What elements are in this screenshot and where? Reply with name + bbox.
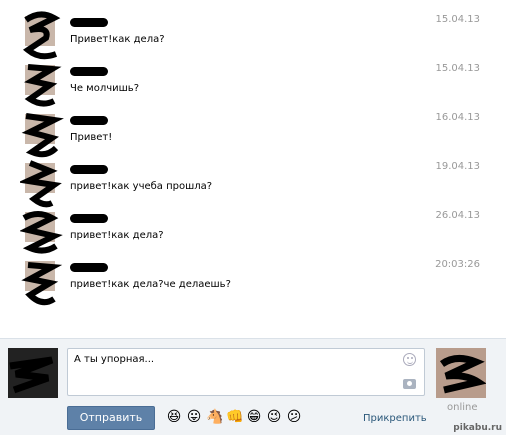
message-item: привет!как дела?че делаешь? 20:03:26 <box>0 259 506 308</box>
message-text: привет!как дела? <box>70 230 164 241</box>
sender-name-redacted <box>70 67 108 76</box>
message-history: Привет!как дела? 15.04.13 Че молчишь? 15… <box>0 0 506 338</box>
message-text: Привет! <box>70 132 113 143</box>
message-text: Че молчишь? <box>70 83 139 94</box>
camera-icon[interactable] <box>403 379 416 389</box>
message-item: привет!как дела? 26.04.13 <box>0 210 506 259</box>
censor-scribble <box>22 11 61 60</box>
message-date: 19.04.13 <box>435 161 480 172</box>
grin-emoji-icon[interactable]: 😁 <box>246 409 262 425</box>
sender-name-redacted <box>70 165 108 174</box>
message-input-value: А ты упорная... <box>74 354 155 365</box>
censor-scribble <box>21 113 64 158</box>
fist-emoji-icon[interactable]: 👊 <box>226 409 243 425</box>
censor-scribble <box>21 262 63 306</box>
emoji-bar: 😆 😛 🐴 👊 😁 😉 😕 <box>166 409 302 427</box>
attach-link[interactable]: Прикрепить <box>363 413 427 424</box>
laughing-emoji-icon[interactable]: 😆 <box>166 409 182 425</box>
message-date: 20:03:26 <box>435 259 480 270</box>
sender-name-redacted <box>70 263 108 272</box>
watermark: pikabu.ru <box>453 423 502 433</box>
contact-avatar[interactable] <box>436 348 486 398</box>
send-button[interactable]: Отправить <box>67 406 155 430</box>
message-text: привет!как дела?че делаешь? <box>70 279 231 290</box>
censor-scribble <box>9 356 54 394</box>
censor-scribble <box>24 64 62 107</box>
message-item: Привет!как дела? 15.04.13 <box>0 11 506 63</box>
my-avatar[interactable] <box>8 348 58 398</box>
message-date: 15.04.13 <box>435 14 480 25</box>
censor-scribble <box>439 355 486 394</box>
message-item: Привет! 16.04.13 <box>0 112 506 161</box>
message-item: привет!как учеба прошла? 19.04.13 <box>0 160 506 210</box>
censor-scribble <box>20 211 63 254</box>
horse-emoji-icon[interactable]: 🐴 <box>206 409 223 425</box>
sender-name-redacted <box>70 214 108 223</box>
wink-emoji-icon[interactable]: 😉 <box>266 409 282 425</box>
online-status: online <box>447 402 478 413</box>
message-composer: А ты упорная... online Отправить 😆 😛 🐴 👊… <box>0 338 506 435</box>
message-text: Привет!как дела? <box>70 34 165 45</box>
confused-emoji-icon[interactable]: 😕 <box>286 409 302 425</box>
message-input[interactable]: А ты упорная... <box>67 348 425 396</box>
censor-scribble <box>20 160 62 208</box>
sender-name-redacted <box>70 18 108 27</box>
message-text: привет!как учеба прошла? <box>70 181 213 192</box>
message-date: 15.04.13 <box>435 63 480 74</box>
message-item: Че молчишь? 15.04.13 <box>0 63 506 112</box>
sender-name-redacted <box>70 116 108 125</box>
message-date: 26.04.13 <box>435 210 480 221</box>
smile-icon[interactable] <box>403 353 416 366</box>
tongue-emoji-icon[interactable]: 😛 <box>186 409 202 425</box>
message-date: 16.04.13 <box>435 112 480 123</box>
